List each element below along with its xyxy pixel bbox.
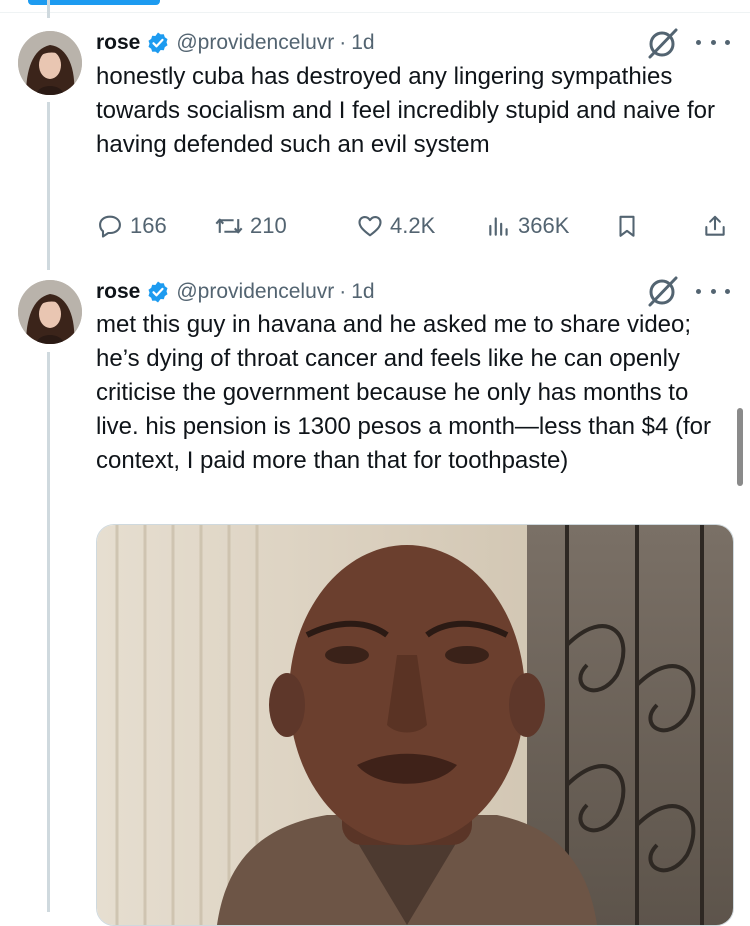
views-count: 366K [518,213,570,238]
verified-badge-icon[interactable] [146,280,170,304]
avatar[interactable] [18,280,82,344]
like-count: 4.2K [390,213,436,238]
more-dots-icon[interactable] [696,32,730,52]
timestamp[interactable]: 1d [351,31,374,55]
timestamp[interactable]: 1d [351,280,374,304]
tweet-text: met this guy in havana and he asked me t… [96,311,712,474]
more-dots-icon[interactable] [696,281,730,301]
heart-icon [358,215,382,237]
tweet-text: honestly cuba has destroyed any lingerin… [96,63,715,158]
verified-badge-icon[interactable] [146,31,170,55]
tweet-actions: 166 210 4.2K 366K [96,206,736,246]
tweet-header: rose @providenceluvr · 1d [96,31,375,55]
repost-icon [215,218,243,234]
repost-count: 210 [250,213,287,238]
display-name[interactable]: rose [96,280,140,304]
handle[interactable]: @providenceluvr [176,280,334,304]
grok-icon[interactable] [646,274,680,308]
thread-line [47,102,50,270]
views-chart-icon [489,217,508,236]
thread-line-bottom [47,352,50,912]
handle[interactable]: @providenceluvr [176,31,334,55]
reply-count: 166 [130,213,167,238]
repost-button[interactable]: 210 [214,206,287,246]
reply-button[interactable]: 166 [96,206,167,246]
views-button[interactable]: 366K [486,206,569,246]
top-divider [0,12,750,13]
reply-icon [99,215,121,238]
avatar[interactable] [18,31,82,95]
share-button[interactable] [702,206,734,246]
bookmark-button[interactable] [614,206,646,246]
grok-icon[interactable] [646,26,680,60]
separator-dot: · [339,31,347,54]
bookmark-icon [619,215,635,237]
scrollbar[interactable] [737,408,743,486]
tweet-header: rose @providenceluvr · 1d [96,280,375,304]
display-name[interactable]: rose [96,31,140,55]
thread-line-top [47,0,50,18]
separator-dot: · [339,280,347,303]
like-button[interactable]: 4.2K [356,206,435,246]
video-thumbnail[interactable] [96,524,734,926]
share-icon [705,215,725,236]
